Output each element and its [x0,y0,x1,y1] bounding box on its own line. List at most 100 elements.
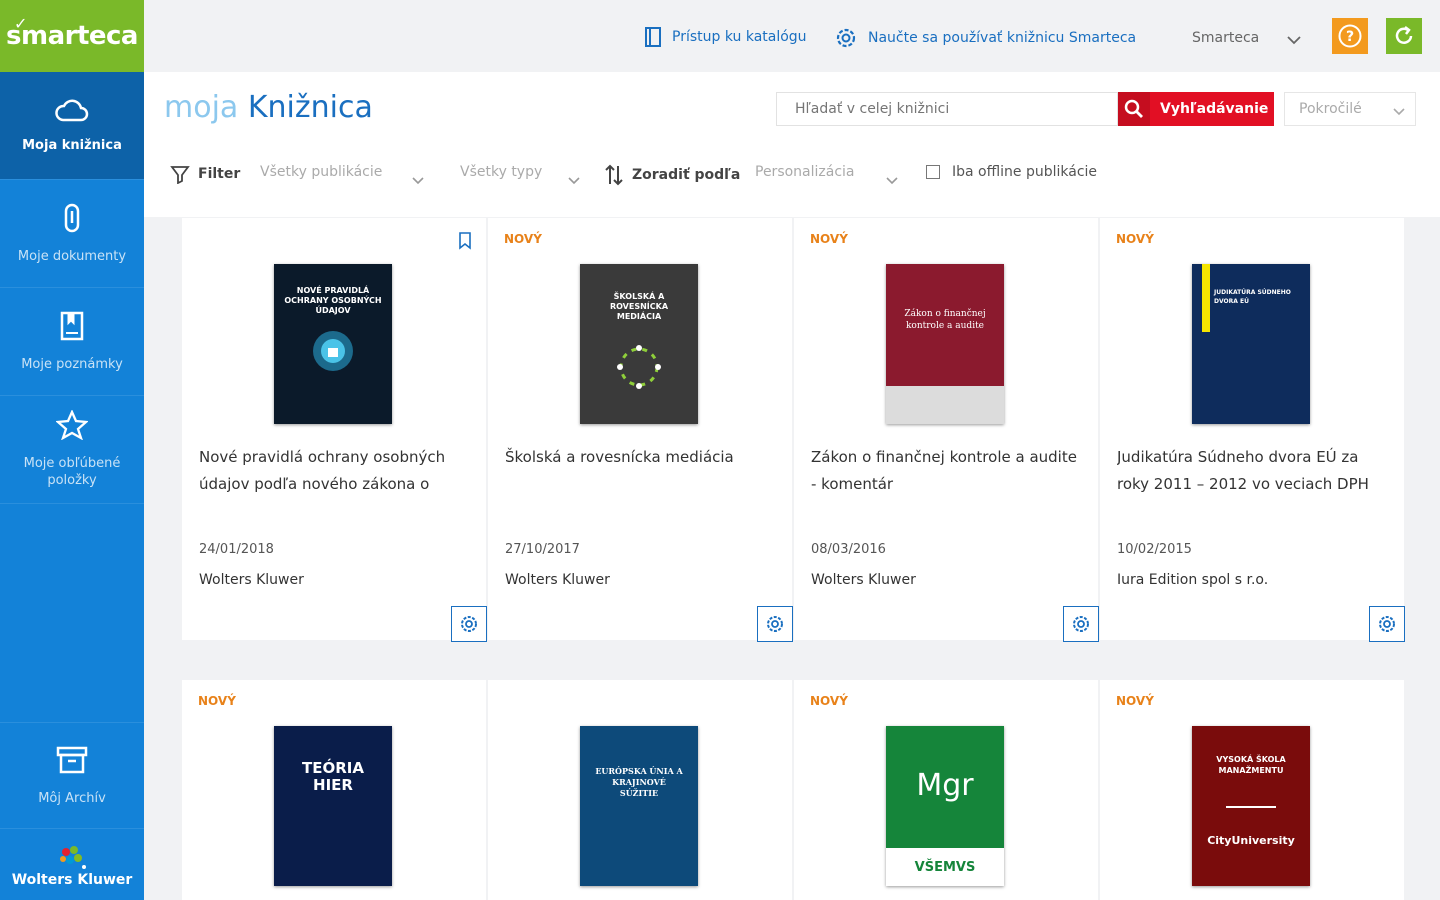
check-icon: ✓ [14,14,27,33]
book-cover[interactable]: TEÓRIA HIER [274,726,392,886]
book-date: 24/01/2018 [199,542,274,557]
book-settings-button[interactable] [757,606,793,642]
chevron-down-icon [1393,104,1405,120]
new-badge: NOVÝ [504,232,542,246]
book-card[interactable]: NOVÝ TEÓRIA HIER [182,680,486,900]
book-card[interactable]: NOVÉ PRAVIDLÁ OCHRANY OSOBNÝCH ÚDAJOV No… [182,218,487,642]
help-icon: ? [1338,24,1362,48]
book-cover[interactable]: Mgr VŠEMVS [886,726,1004,886]
cover-footer: VŠEMVS [886,848,1004,886]
sidebar-item-my-documents[interactable]: Moje dokumenty [0,180,144,288]
sidebar-item-label: Moje dokumenty [17,248,127,264]
filter-bar: Filter Všetky publikácie Všetky typy Zor… [144,160,1440,190]
user-name[interactable]: Smarteca [1192,30,1259,46]
new-badge: NOVÝ [810,694,848,708]
search-icon [1118,92,1150,126]
archive-icon [56,745,88,780]
types-dropdown[interactable]: Všetky typy [460,164,542,180]
book-cover[interactable]: Zákon o finančnej kontrole a audite [886,264,1004,424]
top-bar: Prístup ku katalógu Naučte sa používať k… [144,0,1440,72]
bookmark-icon[interactable] [458,232,472,254]
advanced-search-dropdown[interactable]: Pokročilé [1284,92,1416,126]
book-date: 10/02/2015 [1117,542,1192,557]
sort-button[interactable]: Zoradiť podľa [604,164,740,186]
book-card[interactable]: NOVÝ VYSOKÁ ŠKOLA MANAŽMENTU CityUnivers… [1100,680,1404,900]
book-settings-button[interactable] [451,606,487,642]
new-badge: NOVÝ [810,232,848,246]
help-button[interactable]: ? [1332,18,1368,54]
library-header: moja Knižnica Vyhľadávanie Pokročilé Fil… [144,72,1440,217]
publications-dropdown[interactable]: Všetky publikácie [260,164,382,180]
new-badge: NOVÝ [1116,694,1154,708]
catalog-link[interactable]: Prístup ku katalógu [644,26,807,48]
funnel-icon [170,166,190,184]
book-card[interactable]: EURÓPSKA ÚNIA A KRAJINOVÉ SÚŽITIE [488,680,792,900]
head-lock-image [313,331,353,371]
cloud-icon [55,98,89,127]
sidebar-item-my-notes[interactable]: Moje poznámky [0,288,144,396]
book-card[interactable]: NOVÝ JUDIKATÚRA SÚDNEHO DVORA EÚ Judikat… [1100,218,1405,642]
star-icon [55,409,89,445]
smarteca-logo[interactable]: ✓ smarteca [0,0,144,72]
wolters-kluwer-logo[interactable]: Wolters Kluwer [0,828,144,900]
sidebar-item-label: Moja knižnica [22,137,122,153]
gear-icon [767,616,783,632]
sort-icon [605,164,623,186]
book-date: 08/03/2016 [811,542,886,557]
paperclip-icon [61,203,83,238]
sidebar: ✓ smarteca Moja knižnica Moje dokumenty … [0,0,144,900]
gear-icon [461,616,477,632]
gear-icon [1073,616,1089,632]
note-icon [59,311,85,346]
book-cover[interactable]: ŠKOLSKÁ A ROVESNÍCKA MEDIÁCIA [580,264,698,424]
search-button[interactable]: Vyhľadávanie [1118,92,1274,126]
book-title[interactable]: Nové pravidlá ochrany osobných údajov po… [199,444,474,504]
book-publisher: Wolters Kluwer [505,572,610,588]
catalog-icon [645,27,661,47]
book-date: 27/10/2017 [505,542,580,557]
book-publisher: Wolters Kluwer [811,572,916,588]
search-input[interactable] [776,92,1118,126]
offline-toggle[interactable]: Iba offline publikácie [926,164,1097,180]
book-cover[interactable]: VYSOKÁ ŠKOLA MANAŽMENTU CityUniversity [1192,726,1310,886]
sidebar-item-label: Moje obľúbené položky [23,456,121,488]
book-cover[interactable]: EURÓPSKA ÚNIA A KRAJINOVÉ SÚŽITIE [580,726,698,886]
cover-footer [886,386,1004,424]
learn-link[interactable]: Naučte sa používať knižnicu Smarteca [834,26,1136,50]
new-badge: NOVÝ [1116,232,1154,246]
book-title[interactable]: Zákon o finančnej kontrole a audite - ko… [811,444,1086,504]
book-card[interactable]: NOVÝ Zákon o finančnej kontrole a audite… [794,218,1099,642]
refresh-button[interactable] [1386,18,1422,54]
chevron-down-icon[interactable] [568,170,580,189]
sidebar-item-my-favorites[interactable]: Moje obľúbené položky [0,396,144,504]
sidebar-item-label: Môj Archív [38,790,106,806]
book-publisher: Iura Edition spol s r.o. [1117,572,1269,588]
chevron-down-icon[interactable] [886,170,898,189]
refresh-icon [1395,26,1413,44]
book-publisher: Wolters Kluwer [199,572,304,588]
new-badge: NOVÝ [198,694,236,708]
book-title[interactable]: Judikatúra Súdneho dvora EÚ za roky 2011… [1117,444,1392,504]
svg-text:?: ? [1346,29,1354,45]
chevron-down-icon[interactable] [1287,30,1301,49]
gear-icon [836,28,856,48]
book-card[interactable]: NOVÝ Mgr VŠEMVS [794,680,1098,900]
sidebar-item-my-archive[interactable]: Môj Archív [0,722,144,828]
book-title[interactable]: Školská a rovesnícka mediácia [505,444,780,504]
sidebar-item-label: Moje poznámky [21,356,123,372]
book-settings-button[interactable] [1063,606,1099,642]
filter-button[interactable]: Filter [170,164,240,184]
offline-checkbox[interactable] [926,165,940,179]
page-title: moja Knižnica [164,90,373,125]
cover-divider [1226,806,1276,808]
book-settings-button[interactable] [1369,606,1405,642]
gear-icon [1379,616,1395,632]
cover-stripe [1202,264,1210,332]
sort-dropdown[interactable]: Personalizácia [755,164,855,180]
circle-figures-image [617,345,661,389]
chevron-down-icon[interactable] [412,170,424,189]
book-cover[interactable]: JUDIKATÚRA SÚDNEHO DVORA EÚ [1192,264,1310,424]
book-cover[interactable]: NOVÉ PRAVIDLÁ OCHRANY OSOBNÝCH ÚDAJOV [274,264,392,424]
book-card[interactable]: NOVÝ ŠKOLSKÁ A ROVESNÍCKA MEDIÁCIA Škols… [488,218,793,642]
sidebar-item-my-library[interactable]: Moja knižnica [0,72,144,180]
